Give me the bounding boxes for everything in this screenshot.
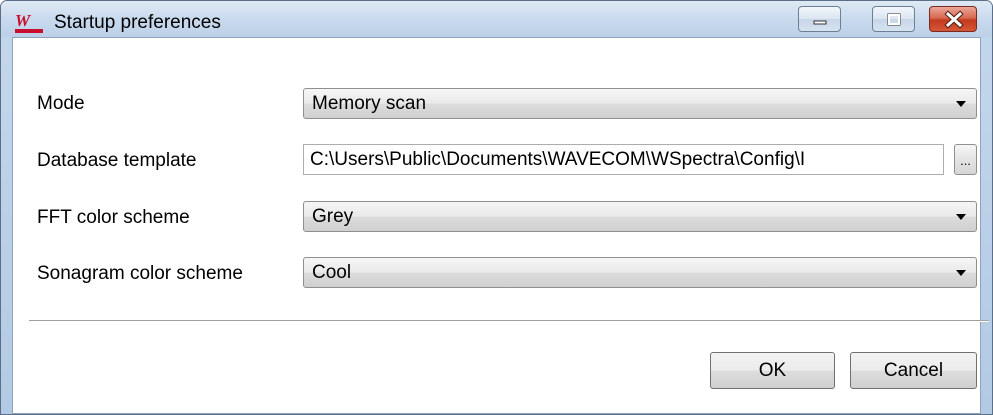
sonagram-color-scheme-dropdown[interactable]: Cool <box>303 257 977 288</box>
mode-value: Memory scan <box>312 93 427 114</box>
minimize-button[interactable] <box>798 6 841 32</box>
maximize-button[interactable] <box>872 6 915 32</box>
title-bar[interactable]: W Startup preferences <box>1 1 992 37</box>
browse-button[interactable]: ... <box>954 144 977 175</box>
minimize-icon <box>813 20 827 25</box>
maximize-icon <box>887 13 901 26</box>
mode-dropdown[interactable]: Memory scan <box>303 88 977 119</box>
window-title: Startup preferences <box>54 12 221 33</box>
svg-text:W: W <box>15 11 32 30</box>
ok-button[interactable]: OK <box>710 352 835 389</box>
database-template-field[interactable] <box>303 144 944 175</box>
close-button[interactable] <box>929 6 977 32</box>
chevron-down-icon <box>956 101 966 107</box>
separator <box>29 320 989 322</box>
close-icon <box>944 10 964 29</box>
database-template-label: Database template <box>37 150 197 171</box>
mode-label: Mode <box>37 93 85 114</box>
database-template-input[interactable] <box>310 148 940 172</box>
wspectra-logo-icon: W <box>15 11 43 33</box>
sonagram-color-scheme-label: Sonagram color scheme <box>37 263 243 284</box>
chevron-down-icon <box>956 214 966 220</box>
sonagram-color-scheme-value: Cool <box>312 262 352 283</box>
fft-color-scheme-value: Grey <box>312 206 354 227</box>
chevron-down-icon <box>956 270 966 276</box>
startup-preferences-window: W Startup preferences Mode Memory scan D… <box>0 0 993 415</box>
fft-color-scheme-dropdown[interactable]: Grey <box>303 201 977 232</box>
cancel-button[interactable]: Cancel <box>850 352 977 389</box>
fft-color-scheme-label: FFT color scheme <box>37 207 190 228</box>
